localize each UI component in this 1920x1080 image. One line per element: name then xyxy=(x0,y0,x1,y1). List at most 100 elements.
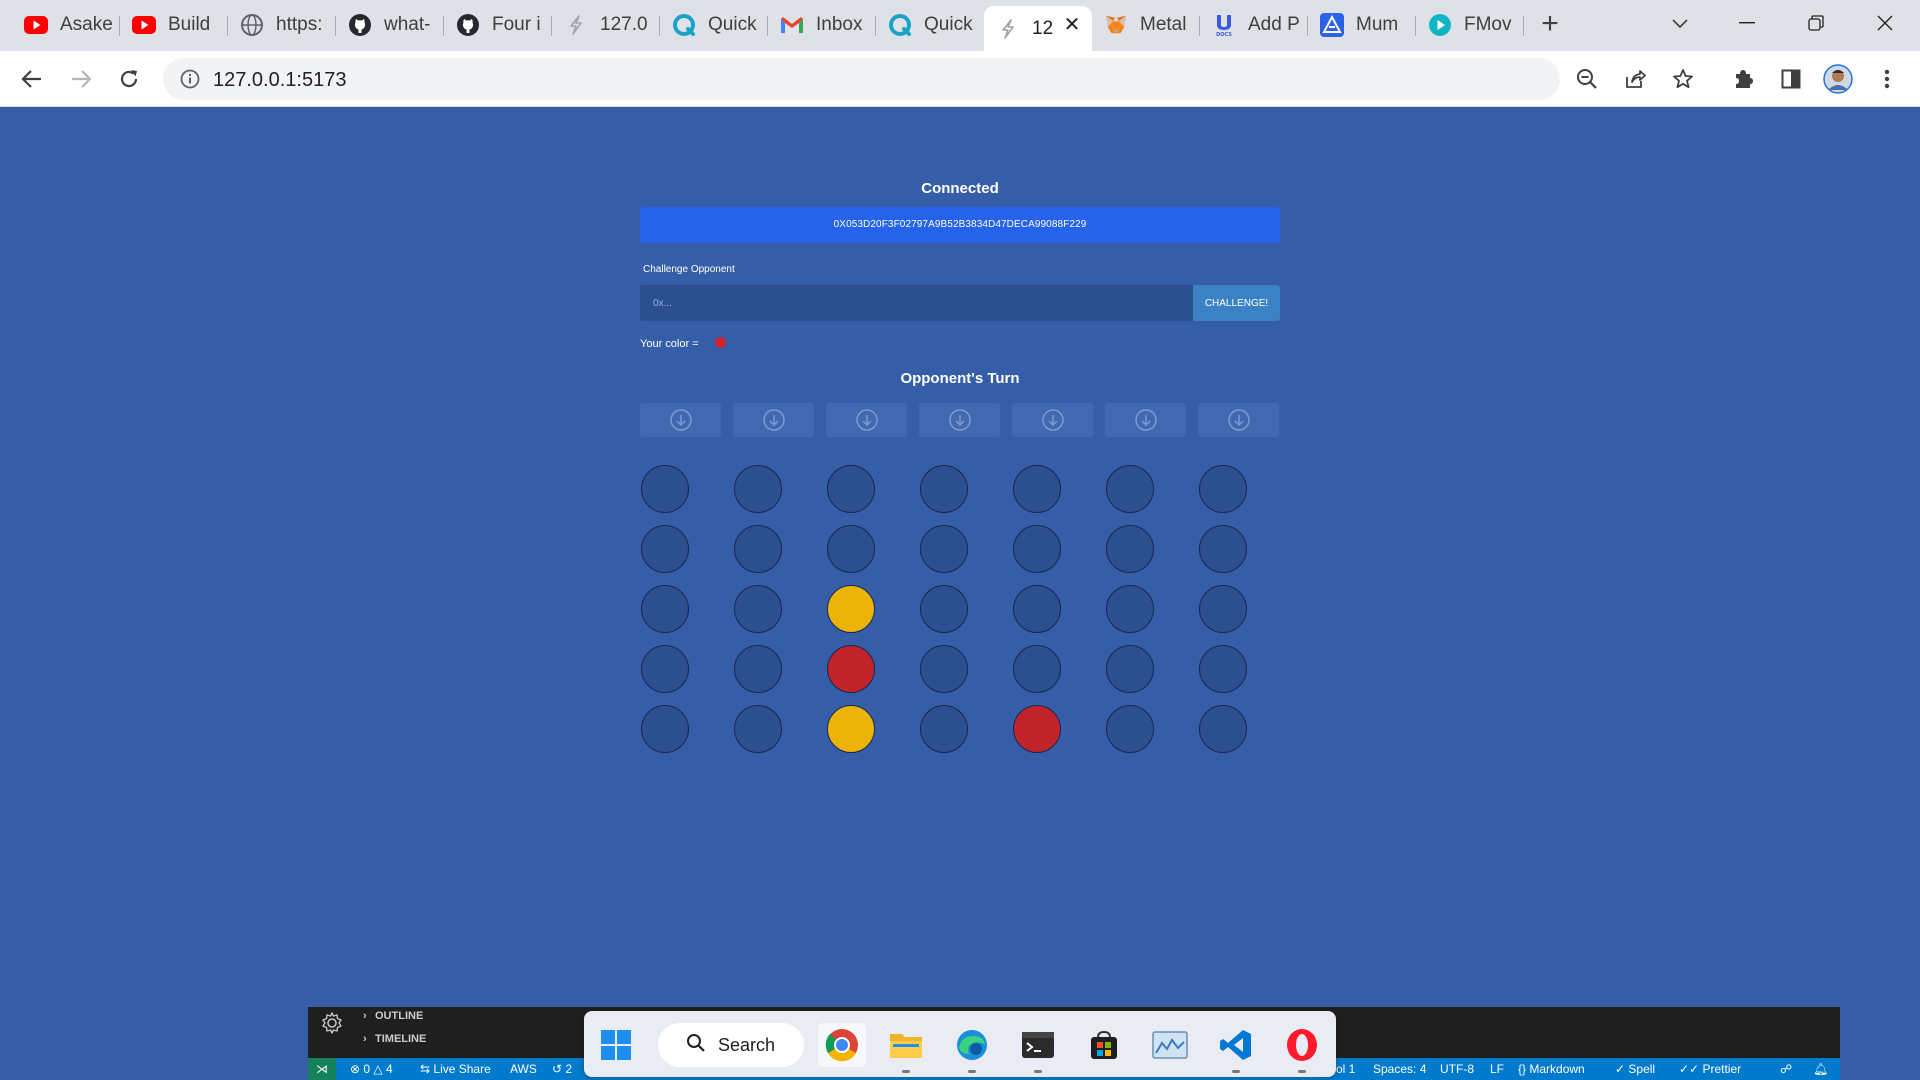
problems-status[interactable]: ⊗ 0 △ 4 xyxy=(350,1058,393,1080)
prettier-status[interactable]: ✓✓ Prettier xyxy=(1679,1058,1741,1080)
board-cell-empty xyxy=(919,585,968,633)
notifications-icon[interactable]: 🔔︎ xyxy=(1813,1058,1828,1080)
forward-icon[interactable] xyxy=(66,64,96,94)
zoom-icon[interactable] xyxy=(1572,64,1602,94)
board-cell-empty xyxy=(1198,465,1247,513)
player-color-swatch xyxy=(715,337,726,348)
terminal-icon[interactable] xyxy=(1014,1023,1062,1073)
board-cell-empty xyxy=(1198,645,1247,693)
edge-icon[interactable] xyxy=(948,1023,996,1073)
back-icon[interactable] xyxy=(17,64,47,94)
tab-title: Quick xyxy=(924,14,973,35)
drop-column-button-2[interactable] xyxy=(733,403,814,437)
wallet-address: 0X053D20F3F02797A9B52B3834D47DECA99088F2… xyxy=(640,207,1280,243)
quicknode-icon xyxy=(672,13,696,37)
timeline-section[interactable]: › TIMELINE xyxy=(363,1033,426,1045)
opponent-address-input[interactable] xyxy=(640,285,1193,321)
board-cell-red-disc xyxy=(1012,705,1061,753)
quicknode-icon xyxy=(888,13,912,37)
board-cell-empty xyxy=(1012,465,1061,513)
github-icon xyxy=(456,13,480,37)
taskbar-search[interactable]: Search xyxy=(658,1023,804,1067)
tab-asake[interactable]: Asake xyxy=(12,6,120,44)
tab-localhost[interactable]: 127.0 xyxy=(552,6,660,44)
feedback-icon[interactable]: ☍ xyxy=(1780,1058,1792,1080)
board-cell-empty xyxy=(733,705,782,753)
menu-icon[interactable] xyxy=(1872,64,1902,94)
board-cell-yellow-disc xyxy=(826,705,875,753)
tab-build[interactable]: Build xyxy=(120,6,228,44)
new-tab-button[interactable]: + xyxy=(1536,9,1564,39)
chrome-icon[interactable] xyxy=(818,1023,866,1067)
opera-icon[interactable] xyxy=(1278,1023,1326,1073)
reload-icon[interactable] xyxy=(114,64,144,94)
close-tab-icon[interactable]: ✕ xyxy=(1062,15,1082,35)
remote-icon[interactable]: ⋊ xyxy=(308,1058,336,1080)
github-icon xyxy=(348,13,372,37)
board-cell-empty xyxy=(1198,525,1247,573)
tab-metamask[interactable]: Metal xyxy=(1092,6,1200,44)
tab-quick-2[interactable]: Quick xyxy=(876,6,984,44)
minimize-icon[interactable] xyxy=(1727,8,1767,38)
arrow-down-circle-icon xyxy=(948,409,971,431)
metamask-icon xyxy=(1104,13,1128,37)
board-cell-empty xyxy=(919,705,968,753)
tab-what[interactable]: what- xyxy=(336,6,444,44)
file-explorer-icon[interactable] xyxy=(882,1023,930,1073)
photos-icon[interactable] xyxy=(1146,1023,1194,1067)
site-info-icon[interactable] xyxy=(179,68,201,90)
tab-add[interactable]: DOCS Add P xyxy=(1200,6,1308,44)
gear-icon[interactable] xyxy=(318,1009,346,1037)
tab-mum[interactable]: Mum xyxy=(1308,6,1416,44)
bookmark-star-icon[interactable] xyxy=(1668,64,1698,94)
indentation-status[interactable]: Spaces: 4 xyxy=(1373,1058,1426,1080)
board-cell-empty xyxy=(640,585,689,633)
arrow-down-circle-icon xyxy=(1227,409,1250,431)
language-status[interactable]: {} Markdown xyxy=(1518,1058,1585,1080)
store-icon[interactable] xyxy=(1080,1023,1128,1067)
aws-status[interactable]: AWS xyxy=(510,1058,537,1080)
tab-quick-1[interactable]: Quick xyxy=(660,6,768,44)
tab-title: Four i xyxy=(492,14,541,35)
drop-column-button-3[interactable] xyxy=(826,403,907,437)
board-cell-red-disc xyxy=(826,645,875,693)
challenge-button[interactable]: CHALLENGE! xyxy=(1193,285,1280,321)
encoding-status[interactable]: UTF-8 xyxy=(1440,1058,1474,1080)
restore-icon[interactable] xyxy=(1796,8,1836,38)
arrow-down-circle-icon xyxy=(855,409,878,431)
profile-avatar[interactable] xyxy=(1823,64,1853,94)
history-status[interactable]: ↺ 2 xyxy=(552,1058,572,1080)
windows-start-icon[interactable] xyxy=(600,1029,632,1061)
tab-fmov[interactable]: FMov xyxy=(1416,6,1524,44)
board-cell-empty xyxy=(1012,585,1061,633)
extensions-icon[interactable] xyxy=(1728,64,1758,94)
drop-column-button-5[interactable] xyxy=(1012,403,1093,437)
close-window-icon[interactable] xyxy=(1865,8,1905,38)
vscode-icon[interactable] xyxy=(1212,1023,1260,1073)
share-icon[interactable] xyxy=(1620,64,1650,94)
wallet-status: Connected xyxy=(921,180,999,197)
side-panel-icon[interactable] xyxy=(1776,64,1806,94)
your-color-label: Your color = xyxy=(640,338,699,350)
tab-four[interactable]: Four i xyxy=(444,6,552,44)
board-cell-empty xyxy=(1105,705,1154,753)
browser-toolbar: 127.0.0.1:5173 xyxy=(0,51,1920,107)
eol-status[interactable]: LF xyxy=(1490,1058,1504,1080)
address-bar[interactable]: 127.0.0.1:5173 xyxy=(163,58,1560,100)
tab-search-icon[interactable] xyxy=(1660,8,1700,38)
board-cell-empty xyxy=(1105,465,1154,513)
outline-section[interactable]: › OUTLINE xyxy=(363,1010,423,1022)
drop-column-button-7[interactable] xyxy=(1198,403,1279,437)
live-share-status[interactable]: ⇆ Live Share xyxy=(420,1058,491,1080)
spell-status[interactable]: ✓ Spell xyxy=(1615,1058,1655,1080)
board-cell-empty xyxy=(1012,645,1061,693)
drop-column-button-6[interactable] xyxy=(1105,403,1186,437)
tab-current[interactable]: 12 ✕ xyxy=(984,6,1092,51)
tab-https[interactable]: https: xyxy=(228,6,336,44)
board-cell-empty xyxy=(733,525,782,573)
cursor-position[interactable]: ol 1 xyxy=(1336,1058,1355,1080)
board-cell-empty xyxy=(919,645,968,693)
tab-inbox[interactable]: Inbox xyxy=(768,6,876,44)
drop-column-button-1[interactable] xyxy=(640,403,721,437)
drop-column-button-4[interactable] xyxy=(919,403,1000,437)
